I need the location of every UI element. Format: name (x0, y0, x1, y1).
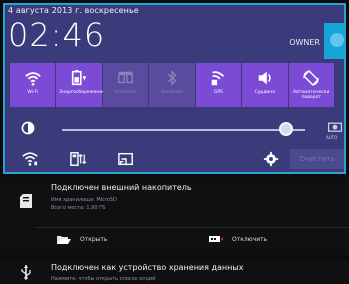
toggle-wifi[interactable]: Wi-Fi (10, 63, 56, 107)
rotate-icon (303, 70, 319, 86)
action-label: Открыть (80, 235, 108, 243)
quick-settings-bottom-row: Очистить (5, 145, 344, 172)
clock[interactable]: 02:46 (8, 19, 105, 51)
brightness-slider-track[interactable] (62, 129, 305, 131)
ring-icon (117, 71, 133, 84)
auto-brightness-label: AUTO (326, 135, 338, 140)
bluetooth-icon (167, 69, 177, 87)
brightness-slider-thumb[interactable] (278, 122, 293, 136)
date-label: 4 августа 2013 г. воскресенье (8, 6, 139, 15)
gps-icon (212, 71, 225, 86)
usb-icon (21, 265, 31, 280)
open-action-button[interactable]: Открыть (56, 232, 107, 246)
toggle-power-saving[interactable]: Энергосбережение (56, 63, 106, 107)
settings-gear-icon[interactable] (262, 151, 280, 167)
toggle-mute[interactable]: Сурдина (242, 63, 288, 107)
toggle-label: Bluetooth (161, 90, 183, 95)
mute-icon (258, 71, 271, 85)
auto-indicator (344, 116, 346, 120)
quick-settings-panel: 4 августа 2013 г. воскресенье 02:46 OWNE… (3, 3, 346, 174)
toggle-label: Автоматически поворот (293, 90, 330, 100)
toggle-auto-rotate[interactable]: Автоматически поворот (288, 63, 334, 107)
unmount-action-button[interactable]: Отключить (208, 232, 267, 246)
screen-cast-icon[interactable] (117, 151, 135, 167)
notification-storage-mounted[interactable]: Подключен внешний накопитель Имя хранили… (0, 177, 349, 255)
toggle-label: Энергосбережение (59, 90, 106, 95)
notification-shade: 4 августа 2013 г. воскресенье 02:46 OWNE… (0, 0, 349, 284)
auto-brightness-icon[interactable] (327, 120, 343, 136)
eject-card-icon (209, 236, 223, 242)
quick-toggles: Wi-Fi Энергосбережение Опоясать Bluetoot… (10, 63, 335, 107)
wifi-signal-icon[interactable] (21, 151, 39, 167)
notification-line: Всего места: 1,90 ГБ (51, 205, 106, 211)
toggle-ring[interactable]: Опоясать (102, 63, 149, 107)
battery-saver-icon (72, 69, 87, 86)
toggle-gps[interactable]: GPS (195, 63, 242, 107)
toggle-label: Сурдина (254, 90, 276, 95)
user-name[interactable]: OWNER (289, 38, 320, 47)
avatar-icon (330, 33, 344, 47)
toggle-label: Wi-Fi (27, 90, 39, 95)
notification-usb-storage[interactable]: Подключен как устройство хранения данных… (0, 259, 349, 284)
toggle-label: Опоясать (114, 90, 137, 95)
clear-all-button[interactable]: Очистить (290, 149, 344, 169)
toggle-bluetooth[interactable]: Bluetooth (149, 63, 195, 107)
user-avatar[interactable] (324, 23, 344, 59)
brightness-row: AUTO (10, 113, 346, 143)
notification-actions: Открыть Отключить (36, 227, 349, 250)
sd-card-icon (20, 194, 32, 208)
wifi-icon (24, 72, 41, 86)
sim-network-icon[interactable] (69, 151, 87, 167)
brightness-icon (21, 121, 35, 135)
action-label: Отключить (232, 235, 268, 243)
notification-line: Имя хранилища: MicroSD (51, 197, 117, 203)
folder-open-icon (57, 236, 71, 244)
toggle-label: GPS (213, 90, 223, 95)
notification-title: Подключен как устройство хранения данных (51, 263, 244, 272)
notification-line: Нажмите, чтобы открыть список опций (51, 276, 156, 282)
notification-title: Подключен внешний накопитель (51, 183, 192, 192)
